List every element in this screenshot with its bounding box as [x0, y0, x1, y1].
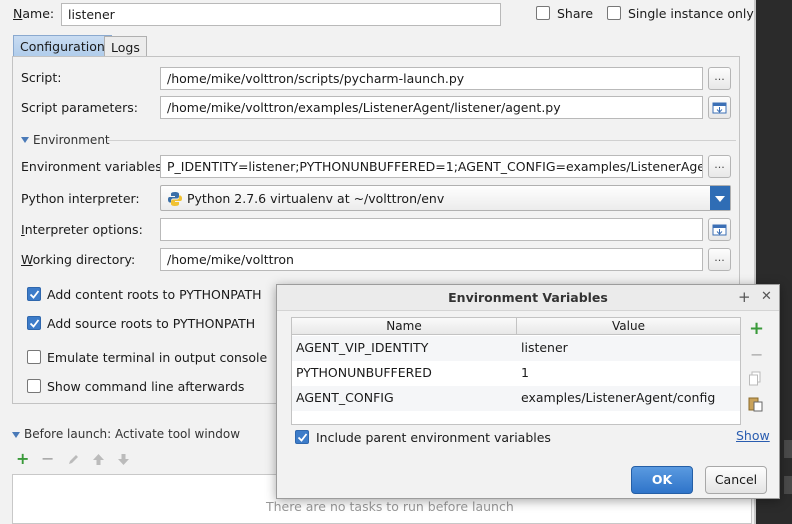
empty-tasks-text: There are no tasks to run before launch	[266, 499, 514, 514]
share-label: Share	[557, 6, 594, 21]
working-directory-label: Working directory:	[21, 252, 136, 267]
checkmark-icon	[29, 290, 40, 299]
column-header-name[interactable]: Name	[292, 319, 516, 333]
table-header: Name Value	[292, 318, 740, 335]
environment-variables-dialog: Environment Variables + ✕ Name Value AGE…	[276, 284, 780, 499]
chevron-down-icon[interactable]	[710, 186, 730, 210]
name-input[interactable]: listener	[61, 3, 501, 26]
expand-field-icon	[712, 102, 727, 114]
script-input[interactable]: /home/mike/volttron/scripts/pycharm-laun…	[160, 67, 703, 90]
expand-interpreter-options-button[interactable]	[708, 218, 731, 241]
working-directory-browse-button[interactable]: ...	[708, 248, 731, 271]
column-header-value[interactable]: Value	[517, 319, 740, 333]
include-parent-label: Include parent environment variables	[316, 430, 551, 445]
show-command-line-checkbox[interactable]	[27, 379, 41, 393]
table-row[interactable]: AGENT_CONFIG examples/ListenerAgent/conf…	[292, 386, 740, 411]
single-instance-label: Single instance only	[628, 6, 754, 21]
add-task-icon[interactable]: +	[16, 451, 29, 467]
emulate-terminal-checkbox[interactable]	[27, 350, 41, 364]
section-divider	[108, 140, 736, 141]
variable-name: PYTHONUNBUFFERED	[296, 365, 432, 380]
variable-name: AGENT_VIP_IDENTITY	[296, 340, 429, 355]
variable-value: 1	[521, 365, 529, 380]
interpreter-options-mnemonic: I	[21, 222, 25, 237]
include-parent-checkbox[interactable]	[295, 430, 309, 444]
edit-task-icon[interactable]	[67, 453, 80, 466]
move-down-icon[interactable]	[117, 453, 130, 466]
environment-variables-input[interactable]: P_IDENTITY=listener;PYTHONUNBUFFERED=1;A…	[160, 155, 703, 178]
python-interpreter-value: Python 2.7.6 virtualenv at ~/volttron/en…	[187, 191, 445, 206]
name-label: Name:	[13, 6, 55, 21]
dialog-titlebar: Environment Variables + ✕	[277, 285, 779, 311]
close-icon[interactable]: ✕	[761, 289, 772, 304]
variable-value: listener	[521, 340, 568, 355]
add-source-roots-label: Add source roots to PYTHONPATH	[47, 316, 256, 331]
variable-value: examples/ListenerAgent/config	[521, 390, 716, 405]
show-link[interactable]: Show	[736, 428, 770, 443]
tab-configuration[interactable]: Configuration	[13, 35, 112, 58]
working-directory-input[interactable]: /home/mike/volttron	[160, 248, 703, 271]
checkmark-icon	[29, 319, 40, 328]
interpreter-options-input[interactable]	[160, 218, 703, 241]
environment-variables-table: Name Value AGENT_VIP_IDENTITY listener P…	[291, 317, 741, 425]
show-command-line-label: Show command line afterwards	[47, 379, 245, 394]
script-parameters-label: Script parameters:	[21, 100, 138, 115]
interpreter-options-label: Interpreter options:	[21, 222, 143, 237]
python-interpreter-select[interactable]: Python 2.7.6 virtualenv at ~/volttron/en…	[160, 185, 731, 211]
collapse-before-launch-icon[interactable]	[12, 432, 20, 438]
python-interpreter-label: Python interpreter:	[21, 191, 140, 206]
working-directory-mnemonic: W	[21, 252, 33, 267]
remove-variable-icon[interactable]: −	[750, 347, 763, 363]
checkmark-icon	[297, 433, 308, 442]
before-launch-title: Before launch: Activate tool window	[24, 427, 241, 441]
move-up-icon[interactable]	[92, 453, 105, 466]
cancel-button[interactable]: Cancel	[705, 466, 767, 494]
share-checkbox[interactable]	[536, 6, 550, 20]
paste-variable-icon[interactable]	[748, 396, 763, 412]
add-content-roots-checkbox[interactable]	[27, 287, 41, 301]
variable-name: AGENT_CONFIG	[296, 390, 394, 405]
environment-section-title: Environment	[33, 133, 110, 147]
remove-task-icon[interactable]: −	[41, 451, 54, 467]
collapse-environment-icon[interactable]	[21, 137, 29, 143]
single-instance-checkbox[interactable]	[607, 6, 621, 20]
environment-variables-browse-button[interactable]: ...	[708, 155, 731, 178]
script-browse-button[interactable]: ...	[708, 67, 731, 90]
expand-parameters-button[interactable]	[708, 96, 731, 119]
python-icon	[168, 192, 182, 206]
emulate-terminal-label: Emulate terminal in output console	[47, 350, 268, 365]
expand-field-icon	[712, 224, 727, 236]
ok-button[interactable]: OK	[631, 466, 693, 494]
scroll-marker	[784, 476, 792, 494]
script-label: Script:	[21, 70, 62, 85]
environment-variables-label: Environment variables:	[21, 159, 166, 174]
copy-variable-icon[interactable]	[748, 371, 762, 386]
script-parameters-input[interactable]: /home/mike/volttron/examples/ListenerAge…	[160, 96, 703, 119]
name-label-mnemonic: N	[13, 6, 23, 21]
dialog-title: Environment Variables	[448, 290, 608, 305]
table-row[interactable]: AGENT_VIP_IDENTITY listener	[292, 336, 740, 361]
add-variable-icon[interactable]: +	[749, 320, 764, 338]
scroll-marker	[784, 440, 792, 458]
add-content-roots-label: Add content roots to PYTHONPATH	[47, 287, 262, 302]
add-source-roots-checkbox[interactable]	[27, 316, 41, 330]
table-row[interactable]: PYTHONUNBUFFERED 1	[292, 361, 740, 386]
pin-icon[interactable]: +	[738, 288, 751, 306]
